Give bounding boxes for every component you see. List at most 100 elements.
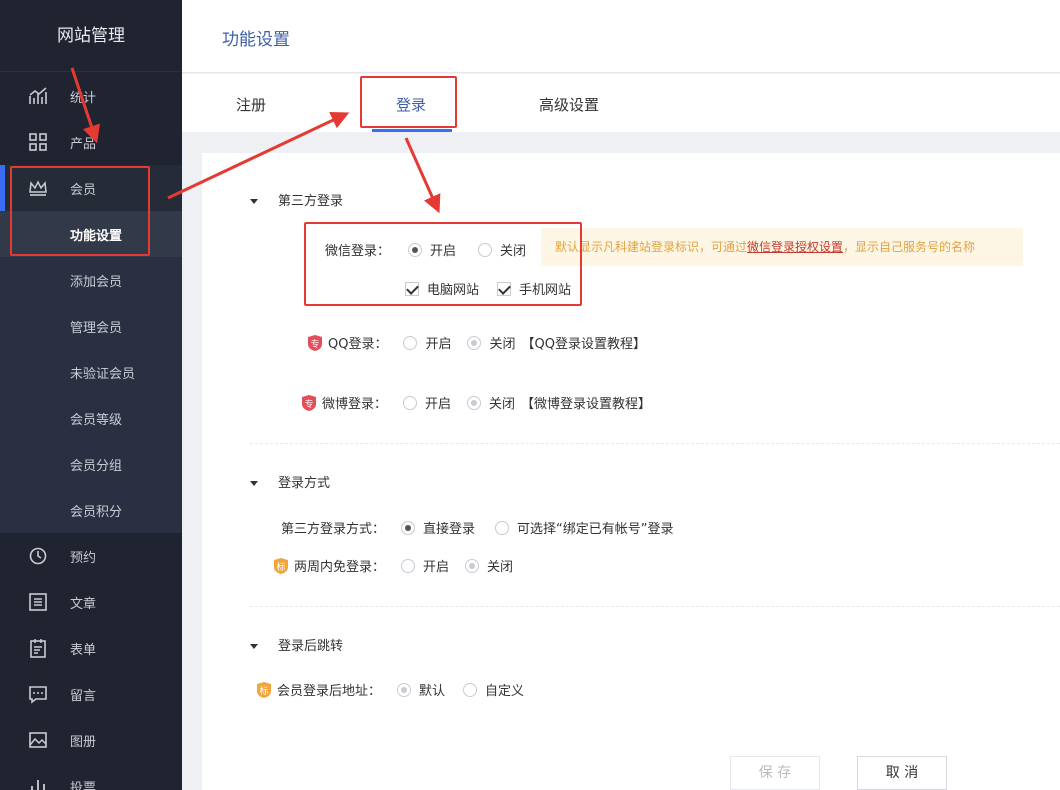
page-header: 功能设置 bbox=[182, 0, 1060, 73]
sidebar-item-label: 图册 bbox=[70, 734, 97, 750]
bind-account-option[interactable]: 可选择“绑定已有帐号”登录 bbox=[495, 518, 674, 537]
section-third-party[interactable]: 第三方登录 bbox=[250, 190, 343, 209]
caret-down-icon bbox=[250, 199, 258, 204]
annotation-box-wechat bbox=[304, 222, 582, 306]
page-title: 功能设置 bbox=[222, 30, 290, 50]
grid-icon bbox=[29, 133, 47, 151]
cancel-button[interactable]: 取 消 bbox=[857, 756, 947, 790]
sidebar-item-label: 产品 bbox=[70, 136, 97, 152]
chart-line-icon bbox=[29, 87, 47, 104]
qq-on-option[interactable]: 开启 bbox=[403, 333, 451, 352]
option-label: 关闭 bbox=[489, 337, 516, 352]
clipboard-icon bbox=[30, 639, 46, 658]
clock-icon bbox=[29, 547, 47, 565]
qq-off-option[interactable]: 关闭 bbox=[467, 333, 516, 352]
badge-text: 标 bbox=[276, 561, 285, 573]
login-method-row: 第三方登录方式： 直接登录 可选择“绑定已有帐号”登录 bbox=[281, 518, 674, 537]
sidebar-item-label: 表单 bbox=[70, 642, 97, 658]
radio-icon bbox=[463, 682, 478, 697]
option-label: 自定义 bbox=[485, 684, 525, 699]
weibo-off-option[interactable]: 关闭 bbox=[467, 393, 515, 412]
sidebar-subitem-unverified[interactable]: 未验证会员 bbox=[0, 349, 182, 395]
image-icon bbox=[29, 732, 47, 748]
radio-icon bbox=[467, 335, 482, 350]
sidebar-item-messages[interactable]: 留言 bbox=[0, 671, 182, 717]
section-divider bbox=[250, 443, 1060, 444]
sidebar-subitem-label: 会员积分 bbox=[70, 504, 123, 520]
badge-text: 专 bbox=[310, 338, 319, 350]
radio-icon bbox=[495, 520, 510, 535]
login-method-label: 第三方登录方式： bbox=[281, 522, 386, 537]
sidebar-subitem-groups[interactable]: 会员分组 bbox=[0, 441, 182, 487]
wechat-auth-settings-link[interactable]: 微信登录授权设置 bbox=[747, 240, 843, 254]
bar-chart-icon bbox=[31, 780, 45, 790]
section-heading: 登录方式 bbox=[278, 476, 331, 491]
radio-icon bbox=[467, 395, 482, 410]
option-label: 关闭 bbox=[487, 560, 514, 575]
sidebar-item-label: 留言 bbox=[70, 688, 97, 704]
sidebar-item-vote[interactable]: 投票 bbox=[0, 763, 182, 790]
sidebar-item-forms[interactable]: 表单 bbox=[0, 625, 182, 671]
annotation-box-members bbox=[10, 166, 150, 256]
caret-down-icon bbox=[250, 644, 258, 649]
sidebar-subitem-add-member[interactable]: 添加会员 bbox=[0, 257, 182, 303]
remember-login-row: 标 两周内免登录： 开启 关闭 bbox=[272, 556, 513, 575]
sidebar: 网站管理 统计 产品 会员 功能设置 添加会员 管理会员 未验证会员 会员等级 … bbox=[0, 0, 182, 790]
weibo-login-row: 专 微博登录： 开启 关闭 【微博登录设置教程】 bbox=[300, 393, 651, 412]
radio-icon bbox=[401, 520, 416, 535]
radio-icon bbox=[403, 335, 418, 350]
section-heading: 第三方登录 bbox=[278, 194, 344, 209]
radio-icon bbox=[403, 395, 418, 410]
sidebar-item-label: 统计 bbox=[70, 90, 97, 106]
weibo-tutorial-link[interactable]: 【微博登录设置教程】 bbox=[521, 393, 651, 412]
sidebar-subitem-manage-members[interactable]: 管理会员 bbox=[0, 303, 182, 349]
pro-badge-icon: 专 bbox=[308, 334, 322, 351]
sidebar-item-booking[interactable]: 预约 bbox=[0, 533, 182, 579]
option-label: 默认 bbox=[419, 684, 446, 699]
option-label: 开启 bbox=[425, 337, 452, 352]
annotation-box-login-tab bbox=[360, 76, 457, 128]
sidebar-subitem-levels[interactable]: 会员等级 bbox=[0, 395, 182, 441]
sidebar-subitem-label: 添加会员 bbox=[70, 274, 123, 290]
redirect-custom-option[interactable]: 自定义 bbox=[463, 680, 524, 699]
section-heading: 登录后跳转 bbox=[278, 639, 344, 654]
active-indicator bbox=[0, 165, 5, 211]
tab-advanced[interactable]: 高级设置 bbox=[539, 94, 599, 115]
redirect-default-option[interactable]: 默认 bbox=[397, 680, 445, 699]
tab-register[interactable]: 注册 bbox=[236, 94, 266, 115]
badge-text: 专 bbox=[304, 398, 313, 410]
option-label: 开启 bbox=[423, 560, 450, 575]
tab-bar: 注册 登录 高级设置 bbox=[182, 74, 1060, 132]
section-redirect[interactable]: 登录后跳转 bbox=[250, 635, 343, 654]
save-button[interactable]: 保 存 bbox=[730, 756, 820, 790]
section-divider bbox=[250, 606, 1060, 607]
sidebar-item-gallery[interactable]: 图册 bbox=[0, 717, 182, 763]
active-tab-underline bbox=[372, 129, 452, 132]
sidebar-subitem-points[interactable]: 会员积分 bbox=[0, 487, 182, 533]
sidebar-item-articles[interactable]: 文章 bbox=[0, 579, 182, 625]
sidebar-subitem-label: 会员分组 bbox=[70, 458, 123, 474]
qq-login-label: QQ登录： bbox=[328, 337, 388, 352]
sidebar-item-products[interactable]: 产品 bbox=[0, 119, 182, 165]
section-login-method[interactable]: 登录方式 bbox=[250, 472, 330, 491]
pro-badge-icon: 专 bbox=[302, 394, 316, 411]
redirect-label: 会员登录后地址： bbox=[277, 684, 382, 699]
direct-login-option[interactable]: 直接登录 bbox=[401, 518, 475, 537]
remember-on-option[interactable]: 开启 bbox=[401, 556, 449, 575]
weibo-login-label: 微博登录： bbox=[322, 397, 388, 412]
remember-off-option[interactable]: 关闭 bbox=[465, 556, 513, 575]
radio-icon bbox=[465, 558, 480, 573]
weibo-on-option[interactable]: 开启 bbox=[403, 393, 451, 412]
qq-tutorial-link[interactable]: 【QQ登录设置教程】 bbox=[522, 333, 646, 352]
list-icon bbox=[29, 593, 47, 611]
sidebar-item-label: 预约 bbox=[70, 550, 97, 566]
redirect-row: 标 会员登录后地址： 默认 自定义 bbox=[255, 680, 524, 699]
std-badge-icon: 标 bbox=[257, 681, 271, 698]
sidebar-item-stats[interactable]: 统计 bbox=[0, 73, 182, 119]
sidebar-item-label: 投票 bbox=[70, 780, 97, 790]
brand-title: 网站管理 bbox=[0, 0, 182, 72]
notice-text-after: ，显示自己服务号的名称 bbox=[843, 240, 976, 254]
option-label: 可选择“绑定已有帐号”登录 bbox=[517, 522, 674, 537]
radio-icon bbox=[397, 682, 412, 697]
notice-text-before: 默认显示凡科建站登录标识，可通过 bbox=[555, 240, 748, 254]
